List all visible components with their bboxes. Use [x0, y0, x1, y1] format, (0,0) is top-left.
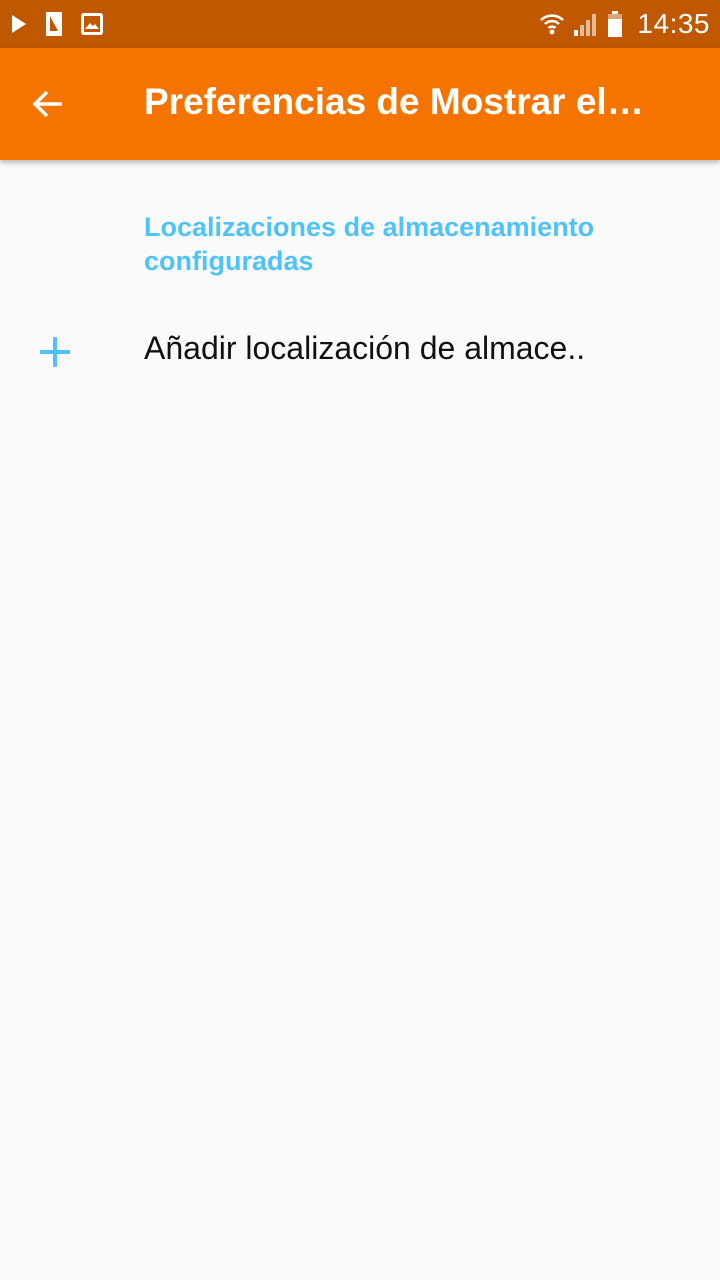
wifi-icon: [539, 11, 565, 37]
section-header: Localizaciones de almacenamiento configu…: [144, 212, 595, 276]
back-button[interactable]: [16, 72, 80, 136]
image-icon: [80, 12, 104, 36]
add-storage-location-label: Añadir localización de almace..: [144, 330, 586, 366]
signal-icon: [573, 11, 599, 37]
notification-icons: [10, 8, 120, 40]
sim-card-icon: [44, 11, 64, 37]
plus-icon: [40, 337, 70, 367]
battery-icon: [607, 10, 623, 38]
arrow-back-icon: [32, 90, 62, 118]
app-bar: Preferencias de Mostrar el…: [0, 48, 720, 160]
add-storage-location-item[interactable]: Añadir localización de almace..: [0, 300, 720, 400]
status-clock: 14:35: [637, 8, 710, 39]
status-bar: 14:35: [0, 0, 720, 48]
page-title: Preferencias de Mostrar el…: [144, 81, 644, 122]
system-icons: 14:35: [539, 0, 710, 48]
play-icon: [10, 13, 28, 35]
